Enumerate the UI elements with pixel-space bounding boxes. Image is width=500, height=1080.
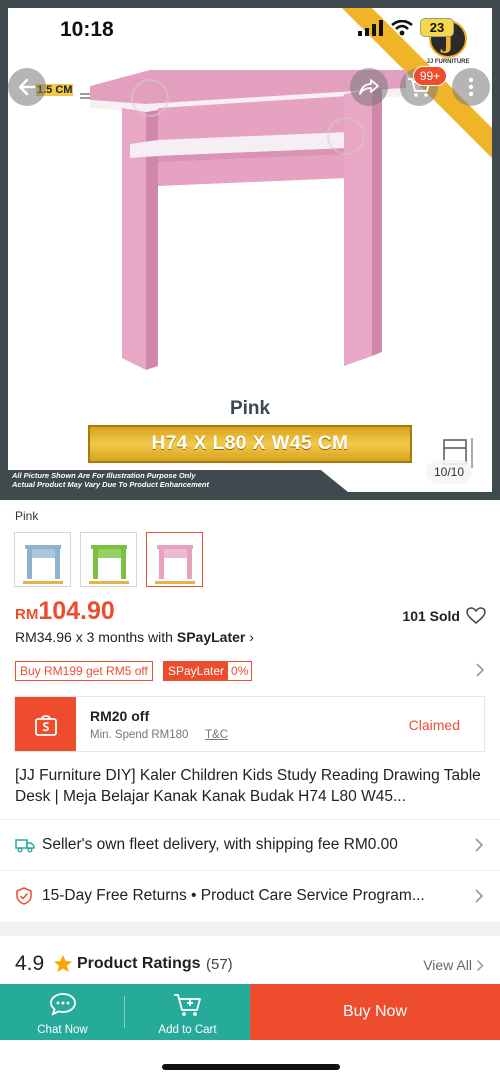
heart-icon[interactable] (466, 607, 486, 625)
voucher-min-spend: Min. Spend RM180 (90, 729, 189, 741)
delivery-text: Seller's own fleet delivery, with shippi… (42, 836, 398, 853)
product-title: [JJ Furniture DIY] Kaler Children Kids S… (15, 767, 481, 805)
returns-row[interactable]: 15-Day Free Returns • Product Care Servi… (0, 871, 500, 921)
chevron-right-icon (475, 838, 484, 852)
pink-desk-thumbnail (155, 545, 195, 584)
sold-count: 101 Sold (402, 608, 460, 624)
image-color-caption: Pink (229, 398, 271, 419)
ratings-header[interactable]: 4.9 Product Ratings (57) View All (0, 946, 500, 982)
rating-score: 4.9 (15, 952, 45, 975)
installment-info[interactable]: RM34.96 x 3 months with SPayLater › (15, 629, 254, 645)
status-time: 10:18 (60, 18, 114, 41)
delivery-row[interactable]: Seller's own fleet delivery, with shippi… (0, 820, 500, 870)
variation-thumb-pink[interactable] (146, 532, 203, 587)
home-indicator (162, 1064, 340, 1070)
voucher-shop-badge (15, 697, 76, 751)
chevron-right-icon (475, 889, 484, 903)
truck-icon (15, 839, 35, 853)
price-value: 104.90 (38, 597, 115, 625)
back-button[interactable] (8, 68, 46, 106)
share-button[interactable] (350, 68, 388, 106)
shopee-bag-icon (34, 715, 57, 736)
bottom-action-bar: Chat Now Add to Cart Buy Now (0, 984, 500, 1040)
voucher-terms-link[interactable]: T&C (205, 729, 228, 741)
installment-brand: SPayLater (176, 629, 246, 645)
sold-and-like: 101 Sold (402, 607, 486, 625)
add-to-cart-button[interactable]: Add to Cart (125, 984, 250, 1040)
installment-suffix: › (245, 629, 254, 645)
chat-icon (49, 993, 76, 1016)
share-icon (359, 79, 379, 95)
green-desk-thumbnail (89, 545, 129, 584)
variation-thumb-green[interactable] (80, 532, 137, 587)
signal-icon (358, 19, 383, 36)
brand-logo-text: JJ FURNITURE (426, 59, 470, 65)
voucher-title: RM20 off (90, 708, 150, 724)
voucher-card[interactable]: RM20 off Min. Spend RM180 T&C Claimed (14, 696, 485, 752)
promo-tags-row[interactable]: Buy RM199 get RM5 off SPayLater 0% (15, 661, 485, 683)
star-icon (54, 955, 72, 972)
dimension-banner: H74 X L80 X W45 CM (88, 425, 412, 463)
bundle-deal-tag: Buy RM199 get RM5 off (15, 661, 153, 681)
more-options-button[interactable] (452, 68, 490, 106)
ratings-count: (57) (206, 956, 233, 973)
section-separator (0, 922, 500, 936)
add-to-cart-icon (173, 994, 201, 1016)
price-currency: RM (15, 606, 39, 623)
back-arrow-icon (18, 78, 36, 96)
status-icons: 23 (358, 18, 454, 37)
status-bar: 10:18 23 (0, 0, 500, 50)
spaylater-tag: SPayLater 0% (163, 661, 253, 681)
spaylater-tag-brand: SPayLater (164, 662, 229, 680)
variation-thumb-blue[interactable] (14, 532, 71, 587)
chat-now-label: Chat Now (37, 1024, 88, 1036)
view-all-label: View All (423, 957, 472, 973)
image-page-counter: 10/10 (426, 460, 472, 484)
battery-icon: 23 (420, 18, 454, 37)
voucher-claimed-status: Claimed (408, 717, 460, 733)
spaylater-tag-rate: 0% (231, 664, 249, 678)
variation-label: Pink (15, 509, 39, 523)
more-vertical-icon (468, 77, 474, 97)
ratings-label: Product Ratings (77, 955, 201, 972)
returns-text: 15-Day Free Returns • Product Care Servi… (42, 887, 425, 904)
chevron-right-icon (476, 663, 485, 677)
product-price: RM104.90 (15, 597, 115, 626)
view-all-ratings-link[interactable]: View All (423, 957, 484, 973)
image-disclaimer: All Picture Shown Are For Illustration P… (12, 471, 209, 489)
chevron-right-icon (476, 959, 484, 971)
chat-now-button[interactable]: Chat Now (0, 984, 125, 1040)
variation-thumbnails (14, 532, 203, 587)
add-to-cart-label: Add to Cart (158, 1024, 217, 1036)
disclaimer-line-2: Actual Product May Vary Due To Product E… (12, 480, 209, 489)
cart-count-badge: 99+ (413, 66, 447, 86)
installment-prefix: RM34.96 x 3 months with (15, 629, 177, 645)
buy-now-button[interactable]: Buy Now (250, 984, 500, 1040)
blue-desk-thumbnail (23, 545, 63, 584)
shield-check-icon (16, 887, 32, 905)
disclaimer-line-1: All Picture Shown Are For Illustration P… (12, 471, 196, 480)
wifi-icon (391, 19, 413, 35)
